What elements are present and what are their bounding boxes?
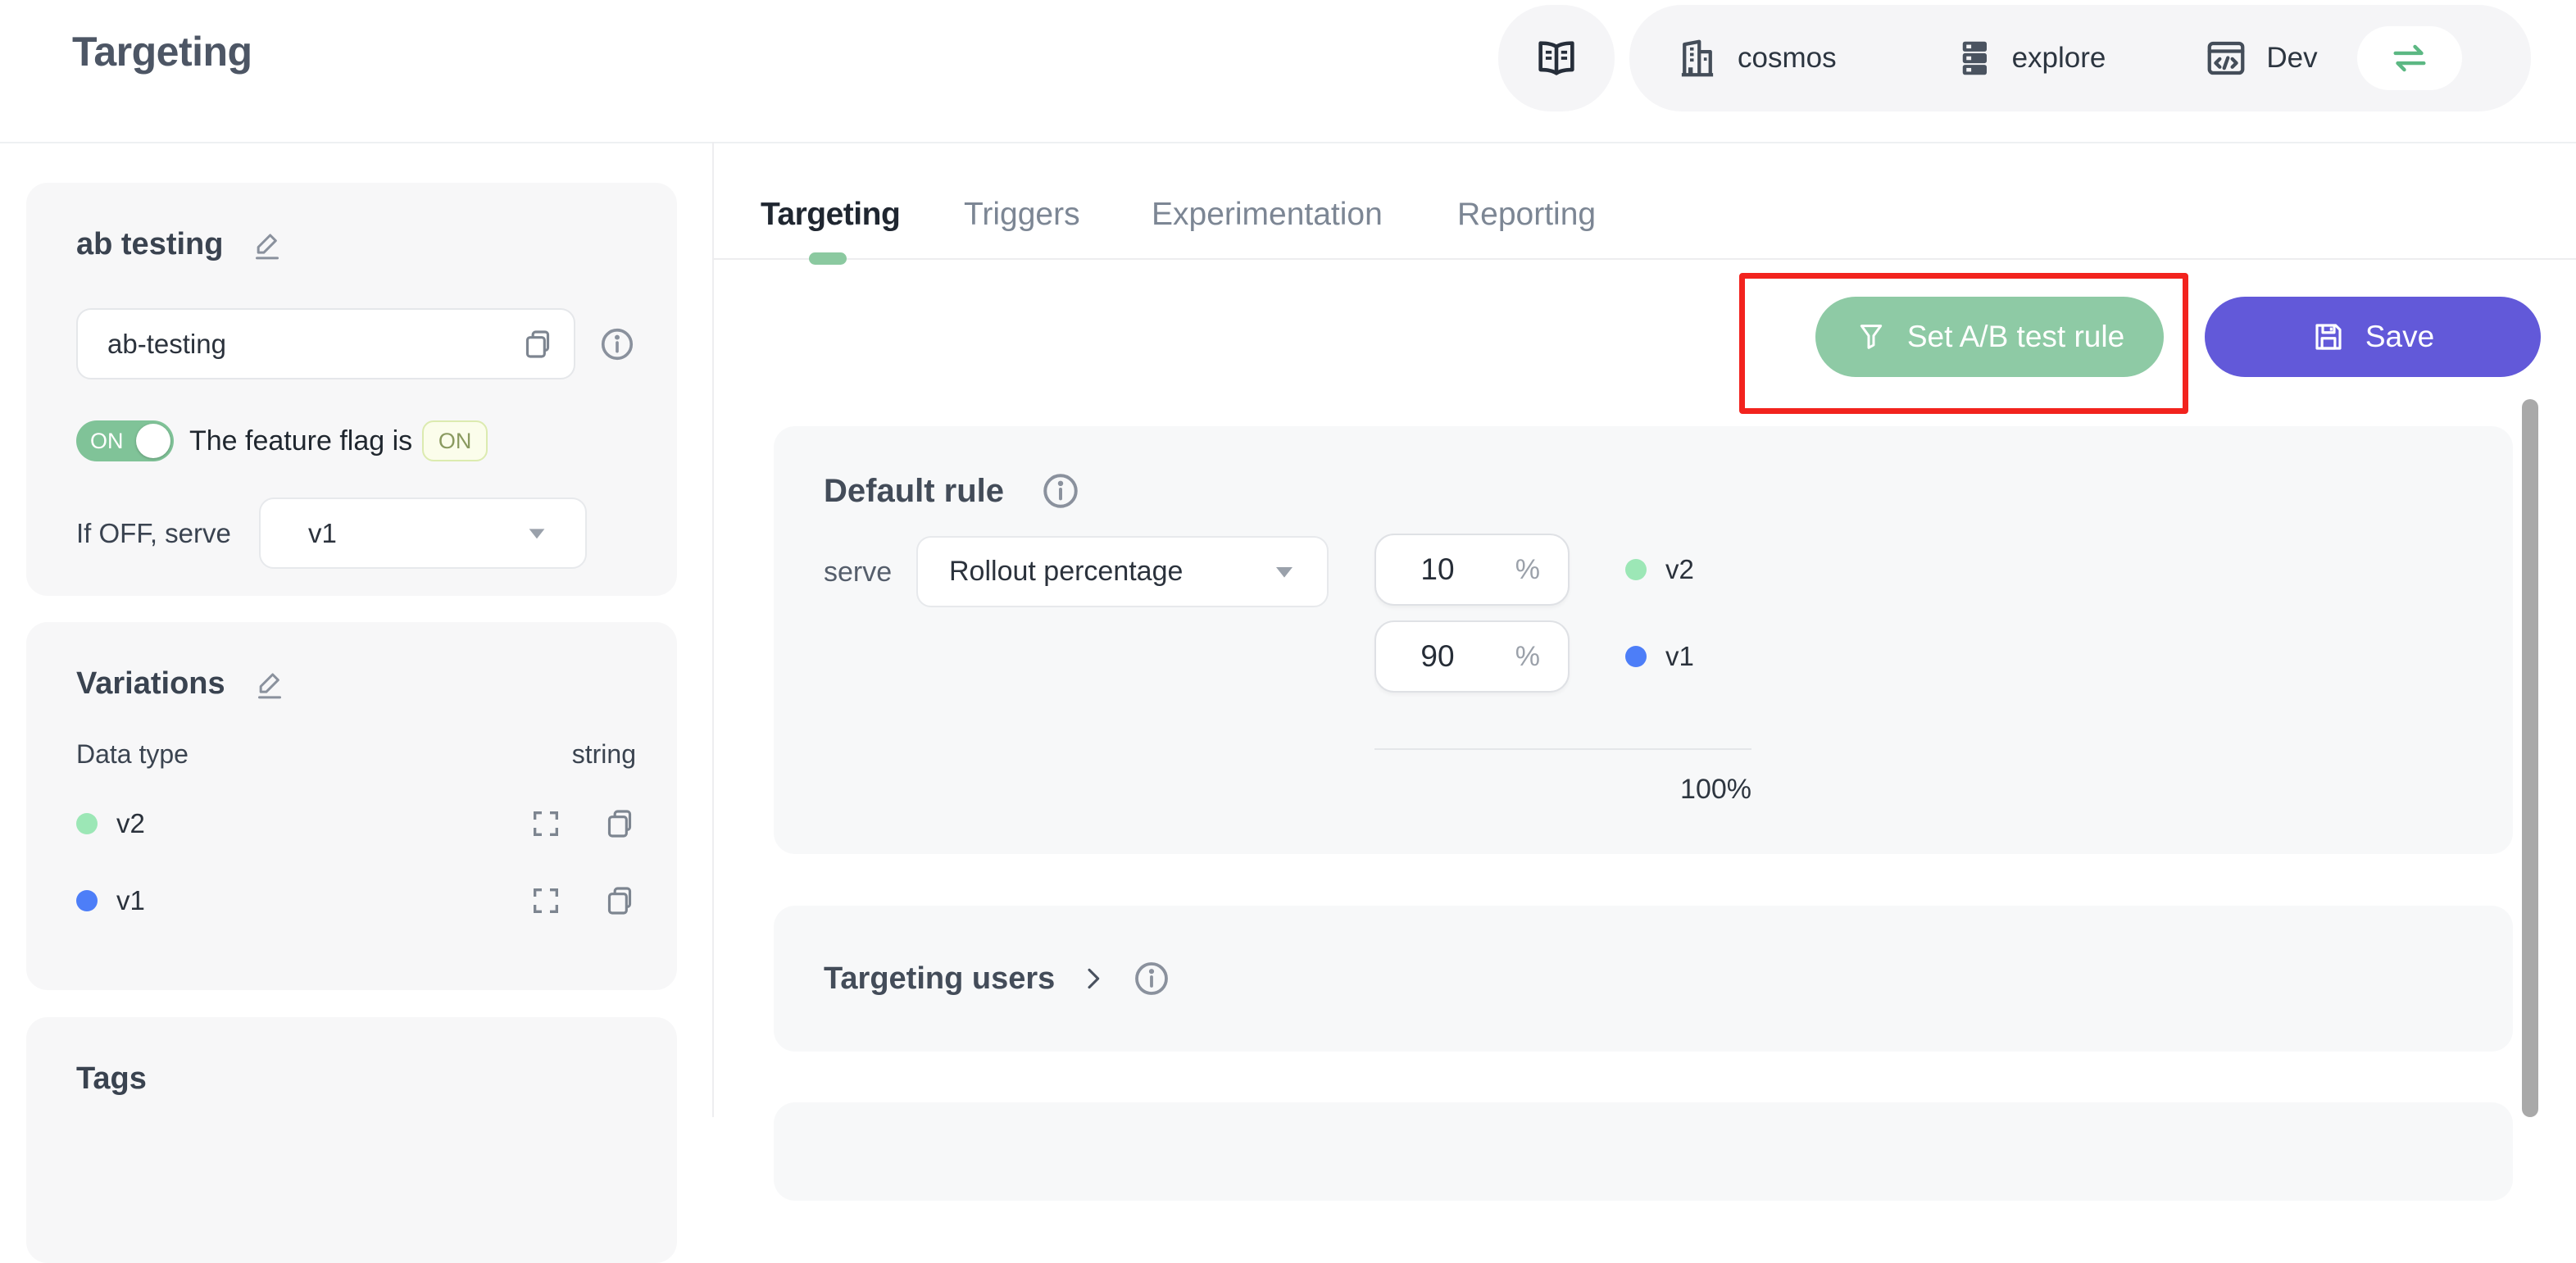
- documentation-button[interactable]: [1498, 5, 1615, 111]
- serve-method-select[interactable]: Rollout percentage: [916, 536, 1329, 607]
- default-rule-card: Default rule serve Rollout percentage % …: [774, 426, 2513, 854]
- set-ab-test-rule-button[interactable]: Set A/B test rule: [1815, 297, 2164, 377]
- floppy-save-icon: [2311, 320, 2346, 354]
- variation-name: v1: [116, 885, 145, 916]
- variations-title: Variations: [76, 666, 225, 702]
- targeting-users-card[interactable]: Targeting users: [774, 906, 2513, 1052]
- off-variation-value: v1: [308, 518, 525, 549]
- expand-icon[interactable]: [529, 807, 562, 840]
- save-label: Save: [2365, 320, 2434, 354]
- tags-card: Tags: [26, 1017, 677, 1263]
- info-icon[interactable]: [1040, 470, 1081, 511]
- tab-experimentation[interactable]: Experimentation: [1152, 197, 1383, 233]
- percent-unit: %: [1515, 554, 1540, 586]
- flag-key-field[interactable]: [76, 308, 575, 379]
- caret-down-icon: [525, 521, 549, 546]
- tab-triggers[interactable]: Triggers: [964, 197, 1080, 233]
- environment-name: explore: [2012, 42, 2106, 75]
- rollout-row: % v2: [1374, 534, 1694, 606]
- flag-key-input[interactable]: [107, 329, 521, 360]
- flag-summary-card: ab testing ON The feat: [26, 183, 677, 596]
- tags-title: Tags: [76, 1061, 147, 1097]
- next-section-card: [774, 1102, 2513, 1201]
- data-type-value: string: [572, 739, 636, 770]
- environment-switcher: cosmos explore: [1629, 5, 2531, 111]
- toggle-knob: [136, 424, 170, 458]
- toggle-state-label: ON: [90, 429, 124, 454]
- percent-unit: %: [1515, 641, 1540, 673]
- funnel-icon: [1855, 320, 1888, 353]
- project-name: cosmos: [1738, 42, 1837, 75]
- rollout-percentage-field[interactable]: %: [1374, 620, 1570, 693]
- code-window-icon: [2204, 36, 2248, 80]
- variations-card: Variations Data type string v2: [26, 622, 677, 990]
- flag-toggle[interactable]: ON: [76, 420, 174, 461]
- active-tab-indicator: [809, 252, 847, 265]
- swap-arrows-icon: [2388, 37, 2431, 80]
- header-divider: [0, 142, 2576, 143]
- serve-method-value: Rollout percentage: [949, 556, 1271, 588]
- page-title: Targeting: [72, 28, 252, 75]
- copy-icon[interactable]: [603, 807, 636, 840]
- rollout-total-divider: [1374, 748, 1751, 750]
- nav-project[interactable]: cosmos: [1675, 36, 1837, 80]
- copy-icon[interactable]: [603, 884, 636, 917]
- tabs-divider: [712, 258, 2576, 260]
- caret-down-icon: [1271, 559, 1297, 585]
- app-header: Targeting cosmos: [0, 0, 2576, 142]
- variation-color-dot: [76, 813, 98, 834]
- workspace-name: Dev: [2266, 42, 2317, 75]
- variation-row: v1: [76, 878, 636, 924]
- tab-targeting[interactable]: Targeting: [761, 197, 900, 233]
- flag-status-badge: ON: [422, 420, 488, 461]
- off-variation-select[interactable]: v1: [259, 497, 587, 569]
- switch-environment-button[interactable]: [2357, 26, 2462, 90]
- expand-icon[interactable]: [529, 884, 562, 917]
- rollout-row: % v1: [1374, 620, 1694, 693]
- open-book-icon: [1533, 34, 1580, 82]
- variation-color-dot: [1625, 559, 1647, 580]
- organization-building-icon: [1675, 36, 1720, 80]
- data-type-label: Data type: [76, 739, 189, 770]
- variation-name: v2: [116, 808, 145, 839]
- rollout-percentage-input[interactable]: [1384, 639, 1491, 674]
- sidebar-divider: [712, 142, 714, 1117]
- info-icon[interactable]: [1132, 959, 1171, 998]
- default-rule-title: Default rule: [824, 473, 1004, 510]
- nav-workspace[interactable]: Dev: [2204, 36, 2317, 80]
- rollout-total: 100%: [1374, 774, 1751, 806]
- rollout-variation-name: v2: [1665, 554, 1694, 585]
- edit-pencil-icon[interactable]: [253, 668, 286, 701]
- variation-row: v2: [76, 801, 636, 847]
- targeting-users-title: Targeting users: [824, 961, 1055, 997]
- variation-color-dot: [1625, 646, 1647, 667]
- copy-icon[interactable]: [521, 328, 554, 361]
- if-off-label: If OFF, serve: [76, 518, 259, 549]
- rollout-percentage-input[interactable]: [1384, 552, 1491, 587]
- nav-environment[interactable]: explore: [1950, 36, 2106, 80]
- chevron-right-icon[interactable]: [1079, 965, 1107, 993]
- flag-name: ab testing: [76, 227, 223, 262]
- variation-color-dot: [76, 890, 98, 911]
- flag-key-info-icon[interactable]: [598, 325, 636, 363]
- rollout-percentage-field[interactable]: %: [1374, 534, 1570, 606]
- stack-icon: [1950, 36, 1994, 80]
- rollout-variation-name: v1: [1665, 641, 1694, 672]
- tab-reporting[interactable]: Reporting: [1457, 197, 1596, 233]
- vertical-scrollbar-thumb[interactable]: [2522, 399, 2538, 1117]
- set-ab-test-rule-label: Set A/B test rule: [1907, 320, 2124, 354]
- serve-label: serve: [824, 536, 892, 608]
- save-button[interactable]: Save: [2205, 297, 2541, 377]
- edit-pencil-icon[interactable]: [251, 229, 284, 261]
- flag-status-text: The feature flag is: [189, 425, 412, 457]
